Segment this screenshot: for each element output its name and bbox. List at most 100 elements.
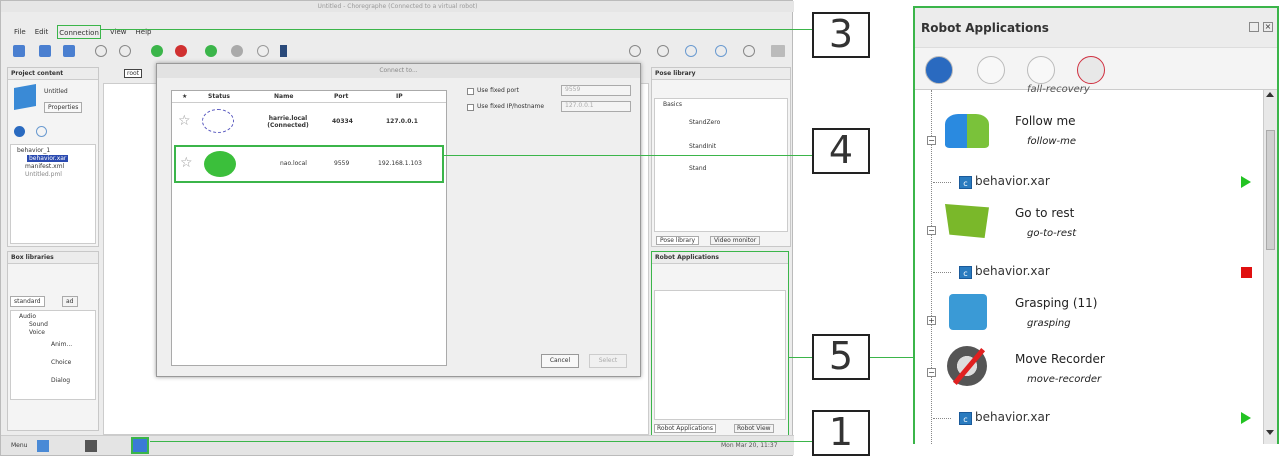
redo-icon[interactable] [119,45,131,57]
tree-line [933,272,951,273]
tree-audio[interactable]: Audio [19,313,36,320]
fixed-ip-checkbox[interactable] [467,104,474,111]
stop-icon[interactable] [1241,267,1252,278]
callout-number-5: 5 [812,334,870,380]
callout-number-1: 1 [812,410,870,456]
expand-icon[interactable]: − [927,368,936,377]
float-icon[interactable] [1249,22,1259,32]
scrollbar[interactable] [1263,90,1277,444]
terminal-icon[interactable] [85,440,97,452]
fixed-port-label: Use fixed port [477,87,519,94]
robot-name: nao.local [280,160,307,167]
warning-icon [257,45,269,57]
tab-standard[interactable]: standard [10,296,45,307]
scroll-down-icon[interactable] [1266,430,1274,435]
save-icon[interactable] [63,45,75,57]
cancel-button[interactable]: Cancel [541,354,579,368]
behavior-name[interactable]: behavior.xar [975,174,1050,188]
tab-robot-applications[interactable]: Robot Applications [654,424,716,433]
menu-bar: File Edit Connection View Help [1,25,794,39]
port-input[interactable]: 9559 [561,85,631,96]
expand-icon[interactable]: − [927,226,936,235]
taskbar-menu[interactable]: Menu [11,442,27,449]
tree-sound[interactable]: Sound [29,321,48,328]
disconnect-icon[interactable] [175,45,187,57]
col-status: Status [208,93,230,100]
scroll-up-icon[interactable] [1266,92,1274,97]
open-icon[interactable] [39,45,51,57]
connect-icon[interactable] [151,45,163,57]
menu-connection[interactable]: Connection [57,25,101,39]
properties-button[interactable]: Properties [44,102,83,113]
install-app-icon[interactable] [925,56,953,84]
robot-name: harrie.local (Connected) [267,115,309,129]
play-icon[interactable] [1241,176,1251,188]
col-ip: IP [396,93,403,100]
flag-icon[interactable] [1027,56,1055,84]
tree-behavior-folder[interactable]: behavior_1 [17,147,50,154]
ip-select[interactable]: 127.0.0.1 [561,101,631,112]
pose-library-panel: Pose library Basics StandZero StandInit … [651,67,791,247]
project-content-panel: Project content Untitled Properties beha… [7,67,99,247]
add-icon[interactable] [14,126,25,137]
select-button[interactable]: Select [589,354,627,368]
pose-standinit[interactable]: StandInit [689,143,716,150]
scroll-thumb[interactable] [1266,130,1275,250]
pose-standzero[interactable]: StandZero [689,119,720,126]
tree-pml[interactable]: Untitled.pml [25,171,62,178]
behavior-name[interactable]: behavior.xar [975,264,1050,278]
app-id: grasping [1027,318,1071,329]
partial-app-id: fall-recovery [1027,84,1090,95]
connect-dialog-title: Connect to... [157,64,640,78]
robot-icon[interactable] [657,45,669,57]
root-breadcrumb[interactable]: root [124,69,143,78]
new-icon[interactable] [13,45,25,57]
close-icon[interactable]: × [1263,22,1273,32]
record-icon[interactable] [743,45,755,57]
box-tree: Audio Sound Voice Anim... Choice Dialog [10,310,96,400]
delete-icon[interactable] [36,126,47,137]
menu-view[interactable]: View [110,25,127,39]
files-icon[interactable] [37,440,49,452]
virtual-robot-icon [202,109,234,133]
trash-icon[interactable] [977,56,1005,84]
stop-icon[interactable] [231,45,243,57]
tree-anim[interactable]: Anim... [51,341,72,348]
pose-stand[interactable]: Stand [689,165,706,172]
tab-pose-library[interactable]: Pose library [656,236,700,245]
speaker-icon[interactable] [629,45,641,57]
callout-number-3: 3 [812,12,870,58]
play-icon[interactable] [1241,412,1251,424]
menu-file[interactable]: File [14,25,26,39]
expand-icon[interactable]: + [927,316,936,325]
star-icon[interactable]: ☆ [178,113,191,129]
tree-voice[interactable]: Voice [29,329,45,336]
package-icon[interactable] [1077,56,1105,84]
tree-choice[interactable]: Choice [51,359,71,366]
volume-bar-icon [280,45,287,57]
pose-group-basics[interactable]: Basics [663,101,682,108]
heart-icon[interactable] [685,45,697,57]
tree-behavior-xar[interactable]: behavior.xar [27,155,69,162]
tab-advanced[interactable]: ad [62,296,78,307]
expand-icon[interactable]: − [927,136,936,145]
choregraphe-taskbar-icon[interactable] [131,437,149,454]
tab-robot-view[interactable]: Robot View [734,424,774,433]
tree-manifest[interactable]: manifest.xml [25,163,64,170]
tab-video-monitor[interactable]: Video monitor [710,236,761,245]
undo-icon[interactable] [95,45,107,57]
toolbar [1,41,794,61]
fixed-port-checkbox[interactable] [467,88,474,95]
moon-icon[interactable] [715,45,727,57]
tree-dialog[interactable]: Dialog [51,377,70,384]
play-icon[interactable] [205,45,217,57]
table-row[interactable]: ☆ harrie.local (Connected) 40334 127.0.0… [172,105,446,143]
menu-help[interactable]: Help [136,25,152,39]
tree-line [933,182,951,183]
col-favorite: ★ [182,93,188,100]
star-icon[interactable]: ☆ [180,155,193,171]
behavior-name[interactable]: behavior.xar [975,410,1050,424]
pose-tree: Basics StandZero StandInit Stand [654,98,788,232]
menu-edit[interactable]: Edit [35,25,49,39]
table-row[interactable]: ☆ nao.local 9559 192.168.1.103 [174,145,444,183]
